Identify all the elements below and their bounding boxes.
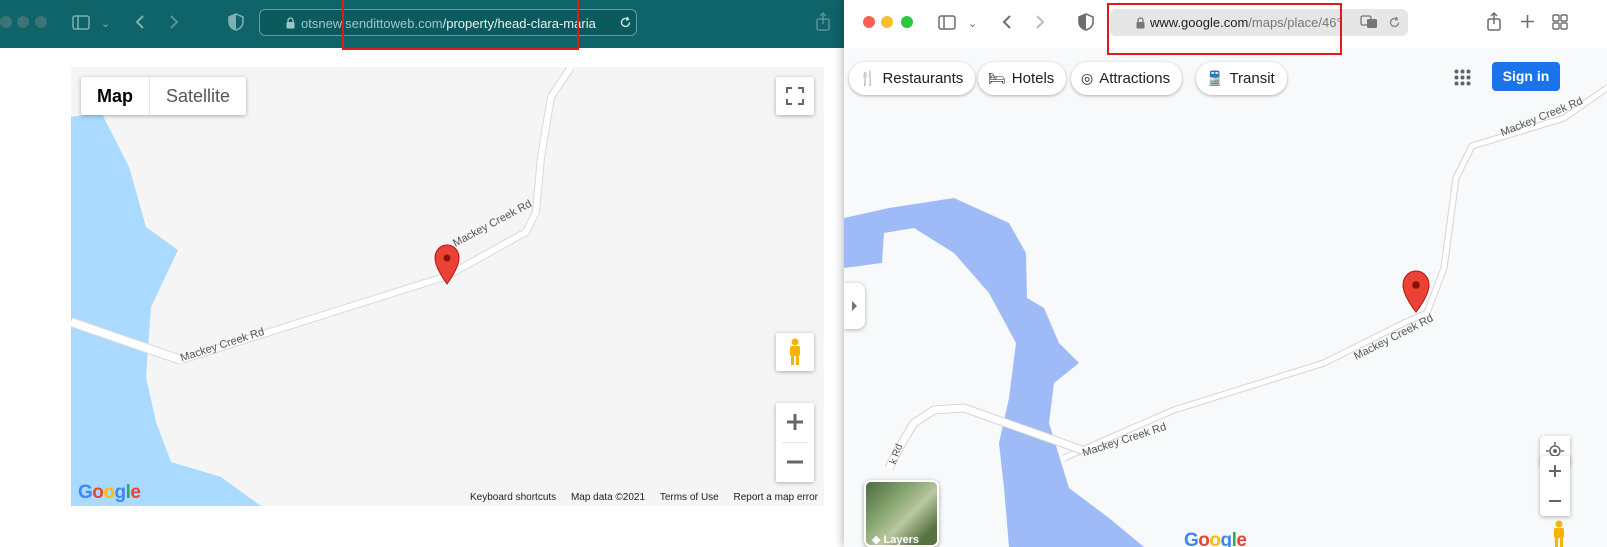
report-map-error-link[interactable]: Report a map error [734,492,818,503]
shield-icon[interactable] [1078,13,1094,34]
layers-button[interactable]: ◈ Layers [864,480,939,547]
tab-overview-icon[interactable] [1552,14,1568,33]
forward-arrow-icon[interactable] [1034,14,1046,33]
left-url-text: otsnew.sendittoweb.com/property/head-cla… [301,16,596,31]
bed-icon: 🛏 [988,70,1006,86]
terms-of-use-link[interactable]: Terms of Use [660,492,719,503]
restaurants-chip[interactable]: 🍴 Restaurants [849,62,976,95]
zoom-window-icon[interactable] [901,16,913,28]
zoom-out-button[interactable] [1540,486,1570,516]
zoom-controls [776,403,814,482]
sidebar-toggle-icon[interactable] [938,15,956,33]
hotels-chip[interactable]: 🛏 Hotels [978,62,1067,95]
translate-icon[interactable] [1360,15,1378,34]
plus-icon [787,414,803,430]
pegman-icon [790,338,800,365]
right-browser-window: Mackey Creek Rd Mackey Creek Rd Mackey C… [844,0,1607,547]
back-arrow-icon[interactable] [1001,14,1013,33]
layers-label: ◈ Layers [872,534,919,546]
zoom-controls [1540,456,1570,516]
lock-icon [1136,16,1145,34]
zoom-window-icon[interactable] [35,16,47,28]
fullscreen-button[interactable] [776,77,814,115]
pegman-icon[interactable] [1552,520,1566,547]
left-browser-window: ⌄ otsnew.sendittoweb.com/property/head-c… [0,0,845,547]
map-type-map-button[interactable]: Map [81,77,150,115]
sign-in-button[interactable]: Sign in [1492,62,1560,91]
map-data-attribution: Map data ©2021 [570,492,646,503]
reload-icon[interactable] [1388,16,1401,34]
shield-icon[interactable] [228,13,244,35]
map-canvas[interactable] [71,67,824,506]
zoom-out-button[interactable] [776,443,814,482]
share-icon[interactable] [815,11,831,36]
forward-arrow-icon[interactable] [168,14,180,34]
share-icon[interactable] [1486,11,1502,35]
camera-icon: ◎ [1081,70,1094,86]
map-footer: Keyboard shortcuts Map data ©2021 Terms … [458,492,818,503]
transit-chip[interactable]: 🚆 Transit [1196,62,1287,95]
map-type-satellite-button[interactable]: Satellite [150,77,246,115]
google-logo[interactable]: Google [78,482,141,504]
reload-icon[interactable] [619,16,632,34]
google-map-canvas[interactable] [844,48,1607,547]
chevron-down-icon[interactable]: ⌄ [101,16,110,32]
expand-side-panel-button[interactable] [844,283,865,329]
close-window-icon[interactable] [0,16,12,28]
river-water [71,112,261,506]
right-browser-toolbar: ⌄ www.google.com/maps/place/46° [844,0,1607,48]
lock-icon [286,16,295,34]
minus-icon [1549,500,1561,502]
right-url-text: www.google.com/maps/place/46° [1150,15,1342,30]
minus-icon [787,460,803,464]
minimize-window-icon[interactable] [17,16,29,28]
back-arrow-icon[interactable] [134,14,146,34]
map-type-toggle: Map Satellite [81,77,247,115]
caret-right-icon [852,301,857,311]
train-icon: 🚆 [1206,70,1224,86]
plus-icon [1549,465,1561,477]
fork-knife-icon: 🍴 [859,70,877,86]
left-browser-toolbar: ⌄ otsnew.sendittoweb.com/property/head-c… [0,0,845,48]
zoom-in-button[interactable] [776,403,814,442]
new-tab-plus-icon[interactable] [1520,14,1535,32]
close-window-icon[interactable] [863,16,875,28]
layers-icon: ◈ [872,534,884,546]
keyboard-shortcuts-link[interactable]: Keyboard shortcuts [470,492,556,503]
right-address-bar[interactable]: www.google.com/maps/place/46° [1110,9,1408,36]
left-address-bar[interactable]: otsnew.sendittoweb.com/property/head-cla… [259,9,637,36]
sidebar-toggle-icon[interactable] [72,15,90,34]
street-view-pegman-button[interactable] [776,333,814,371]
location-marker-icon[interactable] [1402,270,1430,313]
minimize-window-icon[interactable] [881,16,893,28]
google-apps-grid-icon[interactable] [1454,69,1471,91]
attractions-chip[interactable]: ◎ Attractions [1071,62,1183,95]
zoom-in-button[interactable] [1540,456,1570,486]
google-logo: Google [1184,530,1247,547]
fullscreen-icon [786,87,804,105]
chevron-down-icon[interactable]: ⌄ [968,16,977,33]
embedded-map[interactable]: Mackey Creek Rd Mackey Creek Rd Map Sate… [71,67,824,506]
